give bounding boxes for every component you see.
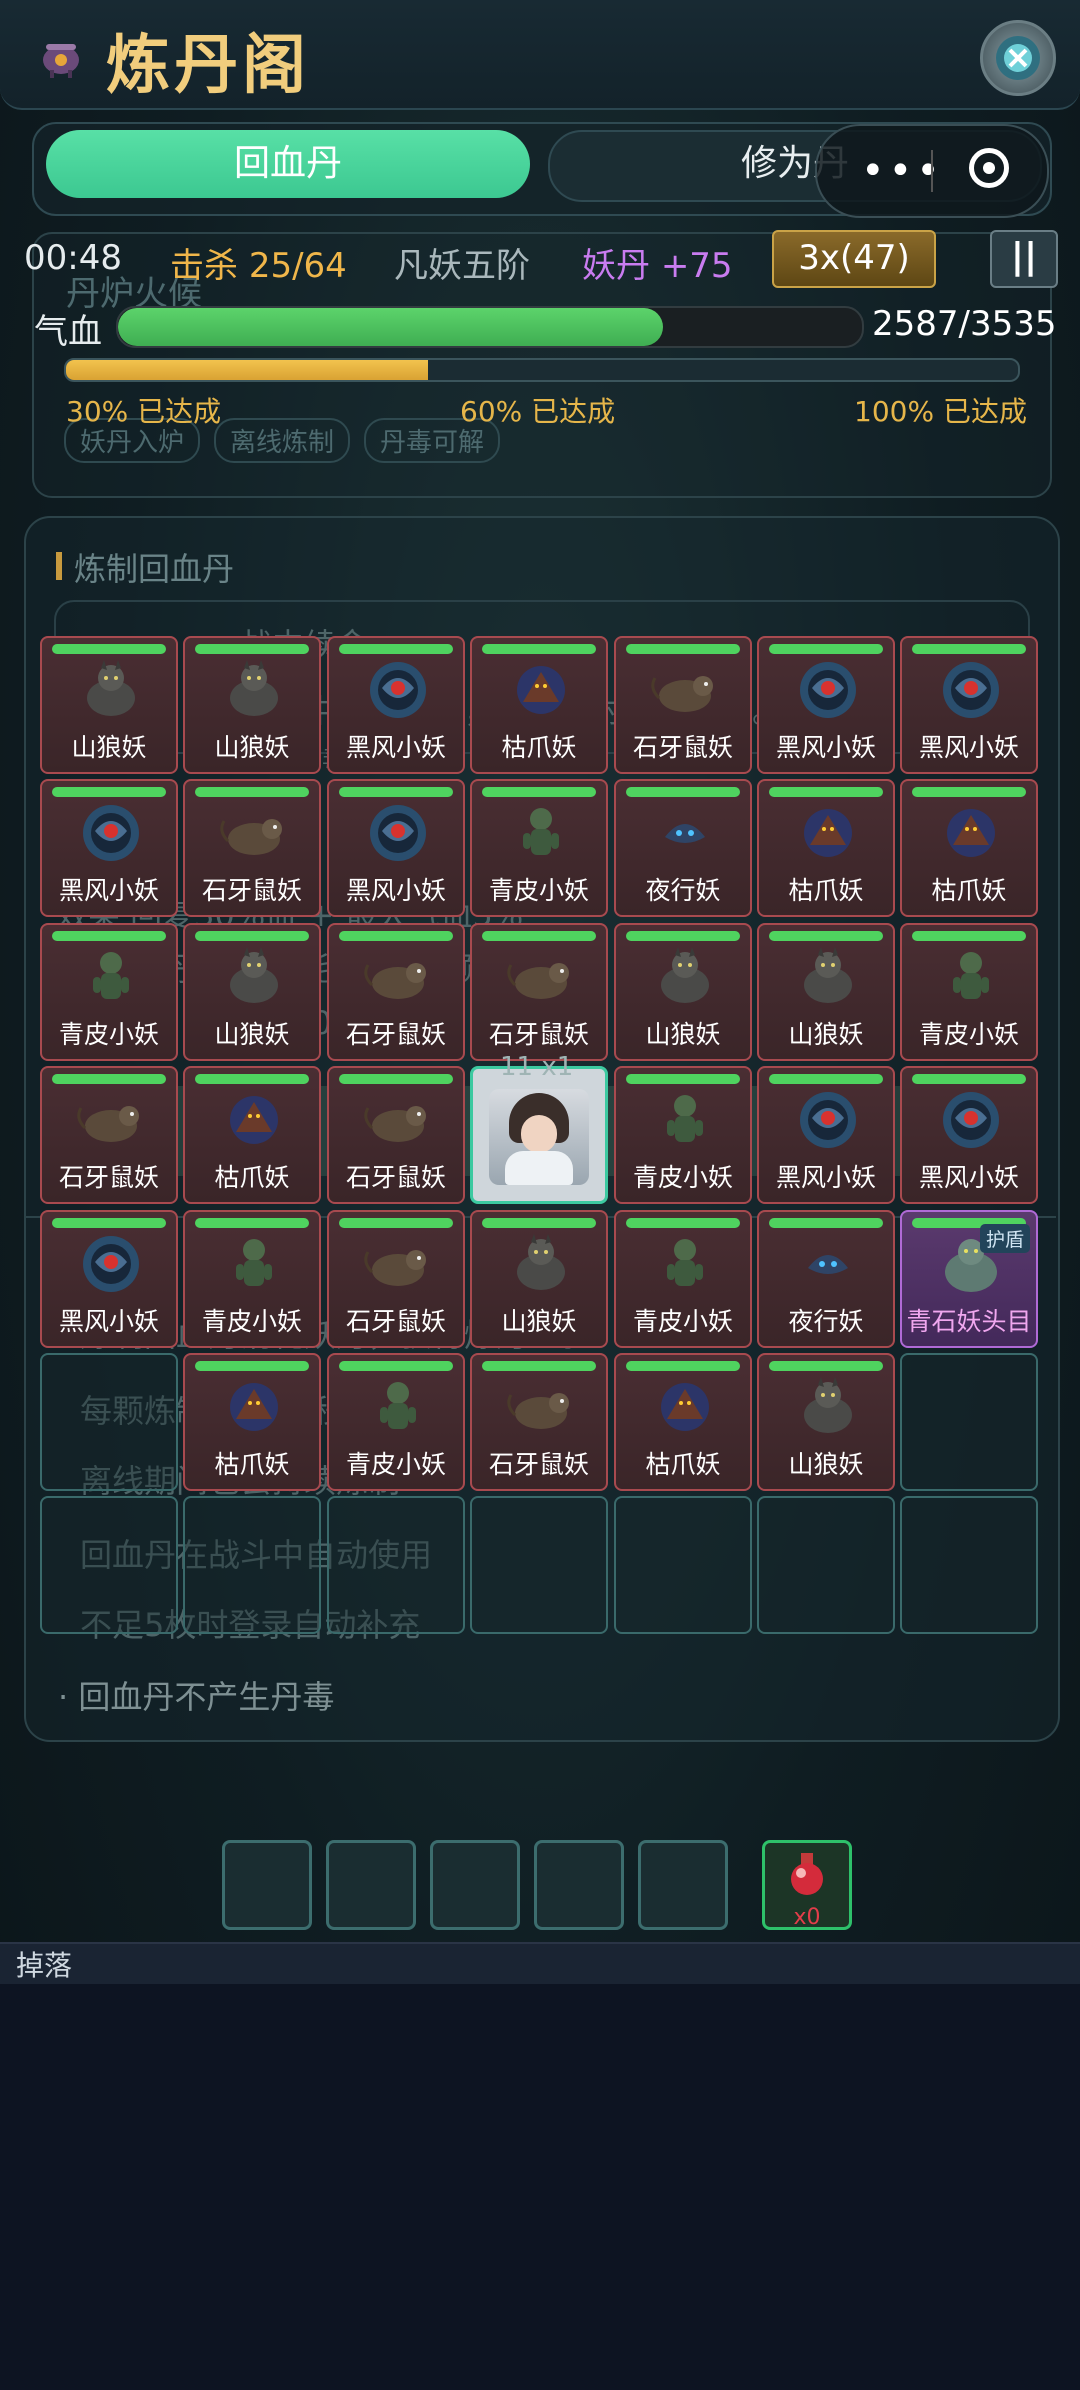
item-slot-potion[interactable]: x0 (762, 1840, 852, 1930)
stage-progress-bar (64, 358, 1020, 382)
capsule-divider (931, 150, 933, 192)
quantity-options: 1 10 50 100 500 (150, 1004, 534, 1042)
core-label: 妖丹 (582, 246, 650, 286)
rule-line: 炼制回血丹消耗妖丹，获得炼丹经验 (80, 1316, 593, 1354)
rule-line: 每颗炼制需要10秒倒计时 (80, 1392, 441, 1430)
hp-label: 气血 (34, 312, 102, 352)
item-slot-empty[interactable] (638, 1840, 728, 1930)
milestone-30: 30% 已达成 (66, 395, 222, 428)
milestone-60: 60% 已达成 (460, 395, 616, 428)
close-target-icon[interactable] (969, 148, 1009, 188)
stage-progress-fill (66, 360, 428, 380)
core-value: +75 (660, 246, 733, 286)
qty-option[interactable]: 100 (372, 1004, 433, 1042)
tab-huixue-dan[interactable]: 回血丹 (46, 130, 530, 198)
item-slot-empty[interactable] (326, 1840, 416, 1930)
divider (24, 1216, 1056, 1218)
qty-option[interactable]: 10 (210, 1004, 251, 1042)
cauldron-logo-icon (36, 30, 86, 80)
potion-card-title: 战中续命 (240, 626, 369, 664)
potion-card-desc: 战斗中自动服用，低血量时立刻回血。 (240, 692, 785, 730)
chip: 离线炼制 (214, 418, 351, 463)
stage-label: 凡妖五阶 (394, 246, 530, 286)
kill-counter: 击杀 25/64 (170, 238, 347, 287)
mini-program-capsule: ••• (815, 124, 1049, 218)
speed-button[interactable]: 3x(47) (772, 230, 936, 288)
potion-effect: 效果 回复30%血 + 最大气血5% (56, 896, 524, 934)
rule-line: 回血丹在战斗中自动使用 (80, 1536, 433, 1574)
rule-line: 离线期间也会持续炼制 (80, 1462, 401, 1500)
item-slot-empty[interactable] (534, 1840, 624, 1930)
settings-orb-icon[interactable] (980, 20, 1056, 96)
hp-bar-fill (118, 308, 663, 346)
drop-log-panel (0, 1942, 1080, 2390)
kill-value: 25/64 (248, 246, 347, 286)
item-slot-empty[interactable] (222, 1840, 312, 1930)
hp-bar (116, 306, 864, 348)
milestone-100: 100% 已达成 (854, 395, 1027, 428)
core-gain: 妖丹 +75 (582, 238, 733, 287)
page-title: 炼丹阁 (106, 29, 310, 103)
potion-count: x0 (793, 1905, 821, 1930)
item-slot-empty[interactable] (430, 1840, 520, 1930)
hero-count: 11 x1 (500, 1052, 574, 1082)
refine-panel-title: 炼制回血丹 (55, 544, 234, 590)
drop-log-title: 掉落 (16, 1949, 73, 1982)
potion-owned: 拥有 x0 (56, 836, 170, 874)
hp-value: 2587/3535 (872, 304, 1057, 344)
potion-cost: 消耗 妖丹25颗，耗时10秒/颗 (56, 950, 479, 988)
pause-button[interactable]: || (990, 230, 1058, 288)
qty-option[interactable]: 1 (150, 1004, 170, 1042)
drop-log-header (0, 1942, 1080, 1984)
kill-label: 击杀 (170, 246, 238, 286)
qty-option[interactable]: 50 (291, 1004, 332, 1042)
rule-line: 不足5枚时登录自动补充 (80, 1606, 421, 1644)
rule-line: · 回血丹不产生丹毒 (58, 1672, 334, 1718)
refine-button[interactable] (54, 1086, 1026, 1176)
bullet: · (58, 1678, 79, 1716)
potion-card-tag: 无丹毒 (270, 746, 349, 776)
qty-option[interactable]: 500 (473, 1004, 534, 1042)
battle-timer: 00:48 (24, 238, 122, 278)
rule-text: 回血丹不产生丹毒 (78, 1678, 335, 1716)
